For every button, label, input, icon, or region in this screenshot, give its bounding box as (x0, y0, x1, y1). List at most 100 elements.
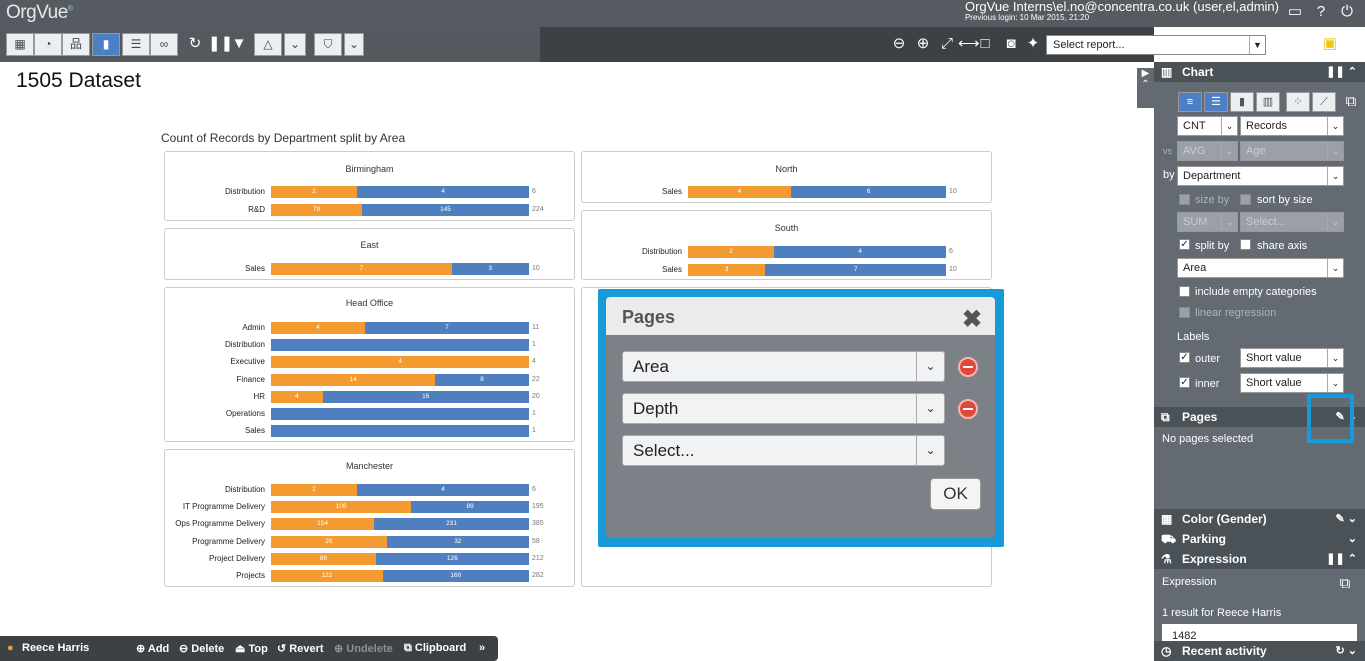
close-icon[interactable]: ✖ (1342, 35, 1360, 53)
line-chart-icon[interactable]: ⟋ (1312, 92, 1336, 112)
monitor-icon[interactable]: ▭ (1286, 3, 1304, 21)
refresh-icon[interactable]: ↻ ⌄ (1336, 641, 1358, 661)
column-chart-icon[interactable]: ▮ (1230, 92, 1254, 112)
edit-pages-highlight (1307, 394, 1354, 443)
vs-func-select[interactable]: AVG ⌄ (1177, 141, 1238, 161)
row-label: Sales (661, 187, 682, 196)
collapse-panel-tab[interactable]: ▶ ⌃ (1137, 68, 1154, 108)
stacked-bar-icon[interactable]: ☰ (1204, 92, 1228, 112)
pin-icon[interactable]: ✦ (1024, 35, 1042, 53)
remove-field-icon[interactable] (958, 357, 978, 377)
bar-segment[interactable]: 4 (271, 356, 529, 369)
outer-label-select[interactable]: Short value ⌄ (1240, 348, 1344, 368)
recent-activity-header[interactable]: ◷ Recent activity ↻ ⌄ (1154, 641, 1365, 661)
report-select[interactable]: Select report... ▼ (1046, 35, 1266, 55)
measure-field-select[interactable]: Records ⌄ (1240, 116, 1344, 136)
bar-segment[interactable]: 4 (271, 390, 323, 403)
inner-label-select[interactable]: Short value ⌄ (1240, 373, 1344, 393)
outer-label-checkbox[interactable]: ✓ (1179, 352, 1190, 363)
page-field-select-1[interactable]: Area ⌄ (622, 351, 945, 382)
by-field-select[interactable]: Department ⌄ (1177, 166, 1344, 186)
split-field-select[interactable]: Area ⌄ (1177, 258, 1344, 278)
chart-section-header[interactable]: ▥ Chart ❚❚ ⌃ (1154, 62, 1365, 82)
bar-segment[interactable]: 4 (271, 322, 365, 334)
bar-segment[interactable]: 7 (271, 263, 452, 275)
measure-func-select[interactable]: CNT ⌄ (1177, 116, 1238, 136)
scatter-chart-icon[interactable]: ⁘ (1286, 92, 1310, 112)
delete-button[interactable]: ⊖ Delete (179, 642, 224, 655)
bar-segment[interactable]: 160 (382, 570, 529, 582)
reload-icon[interactable]: ↻ (1278, 35, 1296, 53)
bar-segment[interactable]: 86 (271, 552, 376, 565)
bar-segment[interactable]: 2 (271, 484, 357, 496)
page-field-select-2[interactable]: Depth ⌄ (622, 393, 945, 424)
more-icon[interactable]: » (479, 642, 485, 654)
camera-icon[interactable]: ◙ (1002, 35, 1020, 53)
remove-field-icon[interactable] (958, 399, 978, 419)
bar-segment[interactable]: 122 (271, 570, 383, 582)
bar-segment[interactable]: 6 (791, 186, 946, 198)
bar-segment[interactable]: 145 (361, 204, 529, 216)
dialog-title: Pages (622, 307, 676, 327)
record-name[interactable]: Reece Harris (22, 642, 89, 654)
split-by-checkbox[interactable]: ✓ (1179, 239, 1190, 250)
ok-button[interactable]: OK (930, 478, 981, 510)
add-button[interactable]: ⊕ Add (136, 642, 169, 655)
bar-segment[interactable]: 89 (411, 501, 529, 514)
expression-section-header[interactable]: ⚗ Expression ❚❚ ⌃ (1154, 549, 1365, 569)
bar-segment[interactable] (271, 339, 529, 352)
sort-by-size-checkbox[interactable] (1240, 194, 1251, 205)
bar-chart-icon[interactable]: ≡ (1178, 92, 1202, 112)
bar-segment[interactable]: 14 (271, 373, 436, 386)
color-section-header[interactable]: ▦ Color (Gender) ✎ ⌄ (1154, 509, 1365, 529)
copy-icon[interactable]: ⧉ (1342, 93, 1360, 111)
size-field-select[interactable]: Select... ⌄ (1240, 212, 1344, 232)
save-icon[interactable]: ▣ (1321, 35, 1339, 53)
edit-icon[interactable]: ✎ ⌄ (1336, 509, 1358, 529)
bar-segment[interactable] (271, 408, 529, 420)
bar-segment[interactable] (271, 425, 529, 438)
inner-label-checkbox[interactable]: ✓ (1179, 377, 1190, 388)
help-icon[interactable]: ? (1312, 3, 1330, 21)
size-func-select[interactable]: SUM ⌄ (1177, 212, 1238, 232)
bar-segment[interactable]: 26 (271, 535, 387, 548)
vs-field-select[interactable]: Age ⌄ (1240, 141, 1344, 161)
bar-segment[interactable]: 79 (271, 204, 362, 216)
chevron-down-icon[interactable]: ⌄ (1348, 529, 1357, 549)
clipboard-button[interactable]: ⧉ Clipboard (404, 642, 466, 655)
share-axis-checkbox[interactable] (1240, 239, 1251, 250)
size-by-checkbox[interactable] (1179, 194, 1190, 205)
bar-segment[interactable]: 32 (386, 535, 529, 548)
bar-segment[interactable]: 7 (364, 322, 529, 334)
bar-segment[interactable]: 4 (357, 484, 529, 496)
linear-regression-checkbox[interactable] (1179, 307, 1190, 318)
revert-button[interactable]: ↺ Revert (277, 642, 324, 655)
bar-segment[interactable]: 4 (774, 246, 946, 258)
bar-segment[interactable]: 126 (375, 552, 529, 565)
bar-segment[interactable]: 4 (688, 186, 792, 198)
user-info[interactable]: OrgVue Interns\el.no@concentra.co.uk (us… (965, 0, 1279, 22)
close-icon[interactable]: ✖ (962, 305, 982, 334)
include-empty-checkbox[interactable] (1179, 286, 1190, 297)
bar-segment[interactable]: 106 (271, 501, 412, 514)
bar-segment[interactable]: 3 (451, 263, 529, 275)
power-icon[interactable]: ⏻ (1338, 3, 1356, 21)
collapse-icon[interactable]: ❚❚ ⌃ (1326, 62, 1357, 82)
bar-segment[interactable]: 231 (374, 518, 529, 531)
save-as-icon[interactable]: ▣ (1299, 35, 1317, 53)
bar-segment[interactable]: 2 (271, 186, 357, 198)
page-field-select-3[interactable]: Select... ⌄ (622, 435, 945, 466)
bar-segment[interactable]: 4 (357, 186, 529, 198)
parking-section-header[interactable]: ⛟ Parking ⌄ (1154, 529, 1365, 549)
stacked-column-icon[interactable]: ▥ (1256, 92, 1280, 112)
labels-title: Labels (1177, 331, 1210, 343)
bar-segment[interactable]: 7 (765, 264, 946, 276)
bar-segment[interactable]: 2 (688, 246, 774, 258)
collapse-icon[interactable]: ❚❚ ⌃ (1326, 549, 1357, 569)
top-button[interactable]: ⏏ Top (235, 642, 268, 655)
copy-icon[interactable]: ⧉ (1336, 575, 1354, 593)
bar-segment[interactable]: 154 (271, 518, 375, 531)
bar-segment[interactable]: 16 (322, 390, 529, 403)
bar-segment[interactable]: 3 (688, 264, 766, 276)
bar-segment[interactable]: 8 (435, 373, 529, 386)
